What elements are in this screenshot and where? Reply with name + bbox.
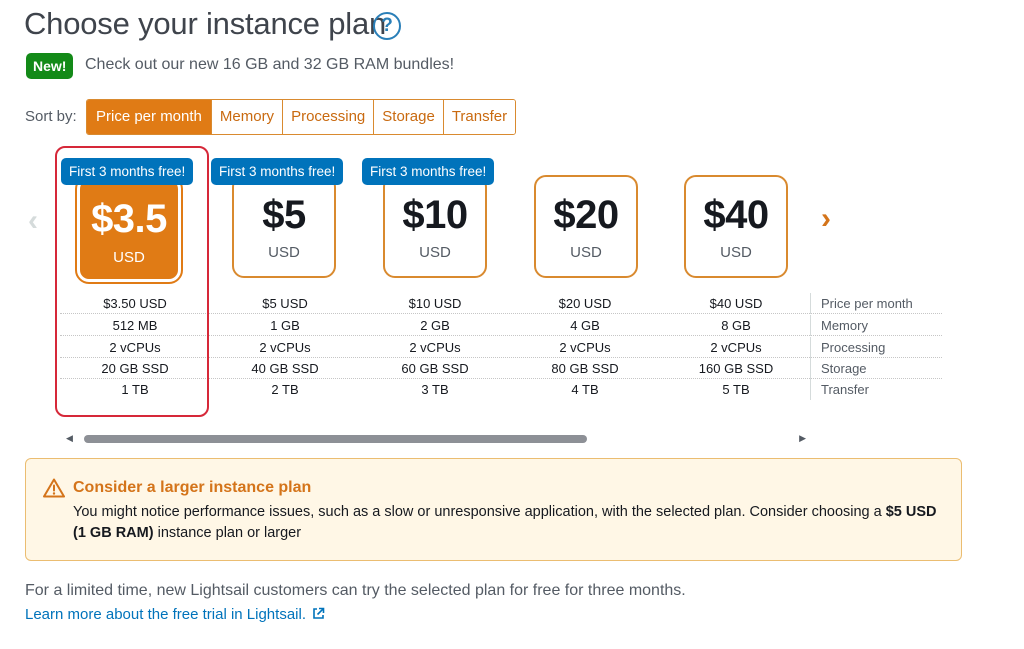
spec-cell: 60 GB SSD bbox=[401, 361, 469, 376]
sort-label: Sort by: bbox=[25, 108, 77, 125]
sort-transfer-button[interactable]: Transfer bbox=[442, 100, 516, 134]
plan-card-10[interactable]: $10 USD bbox=[383, 175, 487, 278]
spec-cell: 2 TB bbox=[271, 382, 299, 397]
sort-processing-button[interactable]: Processing bbox=[282, 100, 374, 134]
spec-cell: $10 USD bbox=[408, 296, 462, 311]
plan-price: $20 bbox=[553, 193, 619, 237]
plan-price: $10 bbox=[402, 193, 468, 237]
chevron-right-icon[interactable]: › bbox=[821, 202, 831, 236]
spec-cell: 2 GB bbox=[420, 318, 450, 333]
new-badge: New! bbox=[26, 53, 74, 79]
warning-triangle-icon bbox=[43, 478, 65, 498]
spec-label: Price per month bbox=[810, 293, 913, 314]
warning-body-start: You might notice performance issues, suc… bbox=[73, 504, 886, 520]
horizontal-scrollbar[interactable]: ◀ ▶ bbox=[66, 432, 806, 446]
spec-cell: 4 GB bbox=[570, 318, 600, 333]
spec-cell: 2 vCPUs bbox=[259, 340, 311, 355]
warning-title: Consider a larger instance plan bbox=[73, 479, 312, 496]
plan-price: $5 bbox=[262, 193, 306, 237]
spec-label: Processing bbox=[810, 337, 885, 358]
spec-cell: 2 vCPUs bbox=[710, 340, 762, 355]
page-title: Choose your instance plan bbox=[24, 6, 387, 41]
scroll-left-arrow-icon[interactable]: ◀ bbox=[66, 433, 73, 444]
plan-card-40[interactable]: $40 USD bbox=[684, 175, 788, 278]
external-link-icon bbox=[313, 607, 325, 619]
warning-alert: Consider a larger instance plan You migh… bbox=[25, 458, 962, 561]
spec-cell: 2 vCPUs bbox=[409, 340, 461, 355]
spec-label: Transfer bbox=[810, 379, 869, 400]
free-trial-link-label[interactable]: Learn more about the free trial in Light… bbox=[25, 606, 306, 623]
scroll-right-arrow-icon[interactable]: ▶ bbox=[799, 433, 806, 444]
plan-price: $40 bbox=[703, 193, 769, 237]
spec-cell: 3 TB bbox=[421, 382, 449, 397]
plan-currency: USD bbox=[419, 244, 451, 261]
sort-memory-button[interactable]: Memory bbox=[210, 100, 283, 134]
warning-body: You might notice performance issues, suc… bbox=[73, 502, 943, 544]
spec-cell: $5 USD bbox=[262, 296, 308, 311]
plan-card-5[interactable]: $5 USD bbox=[232, 175, 336, 278]
spec-cell: $20 USD bbox=[558, 296, 612, 311]
announcement-text: Check out our new 16 GB and 32 GB RAM bu… bbox=[85, 56, 455, 73]
help-icon[interactable]: ? bbox=[373, 12, 401, 40]
sort-price-per-month-button[interactable]: Price per month bbox=[87, 100, 211, 134]
spec-cell: $40 USD bbox=[709, 296, 763, 311]
promo-badge: First 3 months free! bbox=[362, 158, 495, 185]
scrollbar-thumb[interactable] bbox=[84, 435, 587, 443]
spec-cell: 5 TB bbox=[722, 382, 750, 397]
chevron-left-icon[interactable]: ‹ bbox=[28, 204, 38, 238]
selection-highlight bbox=[55, 146, 209, 417]
spec-cell: 2 vCPUs bbox=[559, 340, 611, 355]
plan-currency: USD bbox=[720, 244, 752, 261]
free-trial-text: For a limited time, new Lightsail custom… bbox=[25, 582, 686, 599]
promo-badge: First 3 months free! bbox=[211, 158, 344, 185]
plan-currency: USD bbox=[570, 244, 602, 261]
spec-cell: 160 GB SSD bbox=[698, 361, 774, 376]
sort-button-group: Price per month Memory Processing Storag… bbox=[86, 99, 517, 135]
plan-card-20[interactable]: $20 USD bbox=[534, 175, 638, 278]
spec-cell: 1 GB bbox=[270, 318, 300, 333]
sort-storage-button[interactable]: Storage bbox=[373, 100, 443, 134]
spec-cell: 8 GB bbox=[721, 318, 751, 333]
spec-cell: 80 GB SSD bbox=[551, 361, 619, 376]
plan-currency: USD bbox=[268, 244, 300, 261]
spec-label: Storage bbox=[810, 358, 867, 379]
free-trial-link[interactable]: Learn more about the free trial in Light… bbox=[25, 606, 325, 623]
spec-cell: 40 GB SSD bbox=[251, 361, 319, 376]
warning-body-end: instance plan or larger bbox=[153, 525, 302, 541]
spec-cell: 4 TB bbox=[571, 382, 599, 397]
spec-label: Memory bbox=[810, 315, 868, 336]
